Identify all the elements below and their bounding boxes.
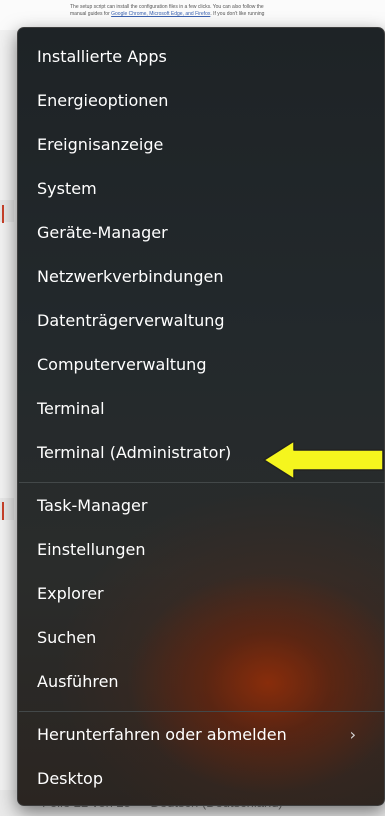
menu-separator (19, 482, 385, 483)
menu-item-label: Ereignisanzeige (37, 135, 164, 154)
menu-item-label: System (37, 179, 97, 198)
menu-item-label: Datenträgerverwaltung (37, 311, 225, 330)
menu-item-label: Netzwerkverbindungen (37, 267, 224, 286)
menu-item-event-viewer[interactable]: Ereignisanzeige (24, 125, 376, 165)
menu-item-label: Task-Manager (37, 496, 148, 515)
menu-item-explorer[interactable]: Explorer (24, 574, 376, 614)
menu-item-label: Ausführen (37, 672, 119, 691)
menu-item-task-manager[interactable]: Task-Manager (24, 486, 376, 526)
menu-item-computer-management[interactable]: Computerverwaltung (24, 345, 376, 385)
menu-item-search[interactable]: Suchen (24, 618, 376, 658)
doc-line-2: manual guides for Google Chrome, Microso… (70, 11, 385, 18)
menu-item-label: Herunterfahren oder abmelden (37, 725, 287, 744)
chevron-right-icon: › (349, 725, 356, 744)
menu-item-label: Suchen (37, 628, 97, 647)
doc-line-1: The setup script can install the configu… (70, 4, 264, 10)
doc-line-2a: manual guides for (70, 11, 110, 17)
menu-item-label: Geräte-Manager (37, 223, 168, 242)
yellow-arrow-icon (263, 440, 384, 480)
menu-item-device-manager[interactable]: Geräte-Manager (24, 213, 376, 253)
quick-link-menu: Installierte Apps Energieoptionen Ereign… (17, 27, 385, 806)
menu-item-installed-apps[interactable]: Installierte Apps (24, 37, 376, 77)
background-document-text: The setup script can install the configu… (0, 0, 385, 30)
menu-item-label: Explorer (37, 584, 104, 603)
doc-line-2c: . If you don't like running (210, 11, 265, 17)
doc-browser-links[interactable]: Google Chrome, Microsoft Edge, and Firef… (111, 11, 210, 17)
menu-item-label: Energieoptionen (37, 91, 169, 110)
menu-item-system[interactable]: System (24, 169, 376, 209)
menu-item-label: Einstellungen (37, 540, 146, 559)
menu-item-label: Terminal (37, 399, 105, 418)
menu-item-label: Installierte Apps (37, 47, 167, 66)
doc-margin-mark (2, 205, 14, 223)
doc-margin-mark (2, 502, 14, 520)
menu-item-desktop[interactable]: Desktop (24, 759, 376, 799)
menu-item-label: Terminal (Administrator) (37, 443, 232, 462)
menu-item-shutdown-signout[interactable]: Herunterfahren oder abmelden › (24, 715, 376, 755)
menu-item-label: Computerverwaltung (37, 355, 207, 374)
menu-item-network-connections[interactable]: Netzwerkverbindungen (24, 257, 376, 297)
menu-item-run[interactable]: Ausführen (24, 662, 376, 702)
menu-item-power-options[interactable]: Energieoptionen (24, 81, 376, 121)
menu-item-disk-management[interactable]: Datenträgerverwaltung (24, 301, 376, 341)
menu-item-terminal[interactable]: Terminal (24, 389, 376, 429)
menu-separator (19, 711, 385, 712)
menu-item-label: Desktop (37, 769, 103, 788)
menu-item-settings[interactable]: Einstellungen (24, 530, 376, 570)
